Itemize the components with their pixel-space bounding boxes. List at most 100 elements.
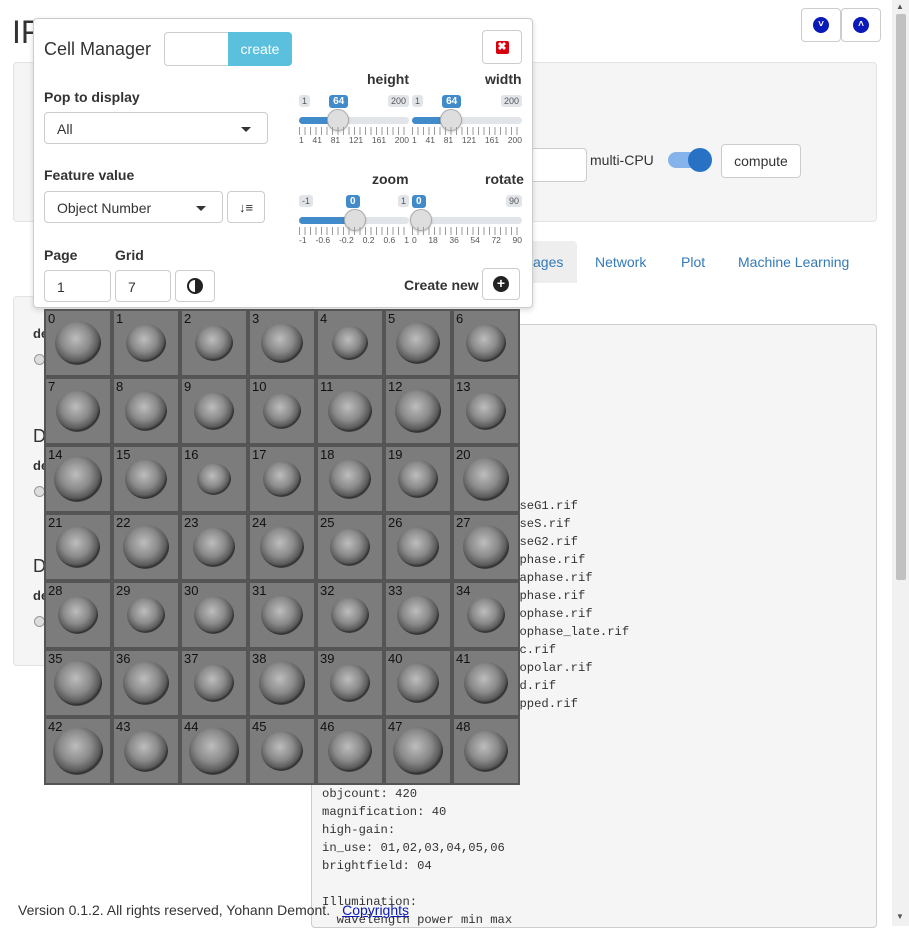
contrast-button[interactable]	[175, 270, 215, 302]
cell-thumbnail[interactable]: 43	[114, 719, 178, 783]
cell-thumbnail[interactable]: 46	[318, 719, 382, 783]
cell-thumbnail[interactable]: 27	[454, 515, 518, 579]
cell-thumbnail[interactable]: 15	[114, 447, 178, 511]
cell-thumbnail[interactable]: 24	[250, 515, 314, 579]
scroll-down-arrow-icon[interactable]: ▼	[896, 912, 904, 921]
slider-tick-labels: -1 -0.6 -0.2 0.2 0.6 1	[299, 235, 409, 245]
copyrights-link[interactable]: Copyrights	[342, 902, 409, 918]
page-input[interactable]: 1	[44, 270, 111, 302]
cell-image	[197, 463, 231, 495]
cell-thumbnail[interactable]: 6	[454, 311, 518, 375]
slider-tick-label: 81	[330, 135, 341, 145]
cell-thumbnail[interactable]: 42	[46, 719, 110, 783]
cell-thumbnail[interactable]: 7	[46, 379, 110, 443]
cell-thumbnail[interactable]: 32	[318, 583, 382, 647]
feature-value-label: Feature value	[44, 167, 135, 183]
population-name-input[interactable]	[164, 32, 229, 66]
cell-thumbnail[interactable]: 16	[182, 447, 246, 511]
cell-image	[56, 390, 100, 432]
cell-thumbnail[interactable]: 1	[114, 311, 178, 375]
pop-to-display-select[interactable]: All	[44, 112, 268, 144]
cell-index: 8	[116, 379, 124, 394]
tab-machine-learning[interactable]: Machine Learning	[726, 241, 861, 283]
cell-thumbnail[interactable]: 12	[386, 379, 450, 443]
tab-network[interactable]: Network	[583, 241, 658, 283]
cell-thumbnail[interactable]: 31	[250, 583, 314, 647]
slider-tick-labels: 1 41 81 121 161 200	[412, 135, 522, 145]
cell-thumbnail[interactable]: 47	[386, 719, 450, 783]
cell-index: 45	[252, 719, 267, 734]
cpu-count-input[interactable]	[530, 148, 587, 182]
zoom-slider[interactable]: -1 0 1 -1 -0.6 -0.2 0.2 0.6 1	[299, 195, 409, 265]
scroll-thumb[interactable]	[896, 14, 906, 580]
cell-thumbnail[interactable]: 36	[114, 651, 178, 715]
cell-thumbnail[interactable]: 9	[182, 379, 246, 443]
cell-image	[396, 322, 440, 364]
cell-thumbnail[interactable]: 20	[454, 447, 518, 511]
cell-thumbnail[interactable]: 35	[46, 651, 110, 715]
cell-image	[54, 456, 102, 502]
cell-image	[467, 597, 505, 633]
cell-index: 34	[456, 583, 471, 598]
create-new-button[interactable]: +	[482, 268, 520, 300]
cell-thumbnail[interactable]: 5	[386, 311, 450, 375]
cell-thumbnail[interactable]: 10	[250, 379, 314, 443]
slider-tick-label: 161	[371, 135, 387, 145]
cell-thumbnail[interactable]: 19	[386, 447, 450, 511]
collapse-down-button[interactable]: ˅	[801, 8, 841, 42]
cell-thumbnail[interactable]: 37	[182, 651, 246, 715]
page-scrollbar[interactable]: ▲ ▼	[892, 0, 909, 926]
slider-value: 0	[412, 195, 426, 208]
slider-value: 64	[442, 95, 462, 108]
cell-thumbnail[interactable]: 0	[46, 311, 110, 375]
cell-thumbnail[interactable]: 13	[454, 379, 518, 443]
cell-thumbnail[interactable]: 34	[454, 583, 518, 647]
slider-tick-label: 0	[412, 235, 417, 245]
cell-thumbnail[interactable]: 40	[386, 651, 450, 715]
cell-image	[263, 461, 301, 497]
sort-button[interactable]: ↓≡	[227, 191, 265, 223]
feature-value-value: Object Number	[57, 200, 152, 216]
collapse-up-button[interactable]: ˄	[841, 8, 881, 42]
cell-image	[260, 526, 304, 568]
compute-button[interactable]: compute	[721, 144, 801, 178]
height-slider[interactable]: 1 64 200 1 41 81 121 161 200	[299, 95, 409, 165]
cell-thumbnail[interactable]: 28	[46, 583, 110, 647]
cell-thumbnail[interactable]: 30	[182, 583, 246, 647]
slider-ticks	[412, 227, 522, 235]
cell-index: 3	[252, 311, 260, 326]
cell-thumbnail[interactable]: 39	[318, 651, 382, 715]
cell-thumbnail[interactable]: 11	[318, 379, 382, 443]
cell-thumbnail[interactable]: 18	[318, 447, 382, 511]
cell-thumbnail[interactable]: 29	[114, 583, 178, 647]
tab-plot[interactable]: Plot	[669, 241, 717, 283]
cell-thumbnail[interactable]: 25	[318, 515, 382, 579]
cell-thumbnail[interactable]: 44	[182, 719, 246, 783]
cell-thumbnail[interactable]: 45	[250, 719, 314, 783]
cell-thumbnail[interactable]: 3	[250, 311, 314, 375]
cell-index: 36	[116, 651, 131, 666]
cell-thumbnail[interactable]: 4	[318, 311, 382, 375]
create-population-button[interactable]: create	[228, 32, 292, 66]
cell-thumbnail[interactable]: 26	[386, 515, 450, 579]
cell-thumbnail[interactable]: 22	[114, 515, 178, 579]
cell-thumbnail[interactable]: 2	[182, 311, 246, 375]
feature-value-select[interactable]: Object Number	[44, 191, 223, 223]
cell-thumbnail[interactable]: 38	[250, 651, 314, 715]
grid-input[interactable]: 7	[115, 270, 171, 302]
slider-max: 90	[505, 195, 522, 207]
cell-thumbnail[interactable]: 23	[182, 515, 246, 579]
close-button[interactable]: ✖	[482, 30, 522, 64]
width-slider[interactable]: 1 64 200 1 41 81 121 161 200	[412, 95, 522, 165]
cell-thumbnail[interactable]: 17	[250, 447, 314, 511]
height-slider-label: height	[367, 71, 409, 87]
multi-cpu-toggle[interactable]	[668, 148, 712, 172]
cell-thumbnail[interactable]: 48	[454, 719, 518, 783]
cell-thumbnail[interactable]: 14	[46, 447, 110, 511]
scroll-up-arrow-icon[interactable]: ▲	[896, 2, 904, 11]
cell-thumbnail[interactable]: 41	[454, 651, 518, 715]
rotate-slider[interactable]: 009001836547290	[410, 195, 522, 265]
cell-thumbnail[interactable]: 33	[386, 583, 450, 647]
cell-thumbnail[interactable]: 21	[46, 515, 110, 579]
cell-thumbnail[interactable]: 8	[114, 379, 178, 443]
